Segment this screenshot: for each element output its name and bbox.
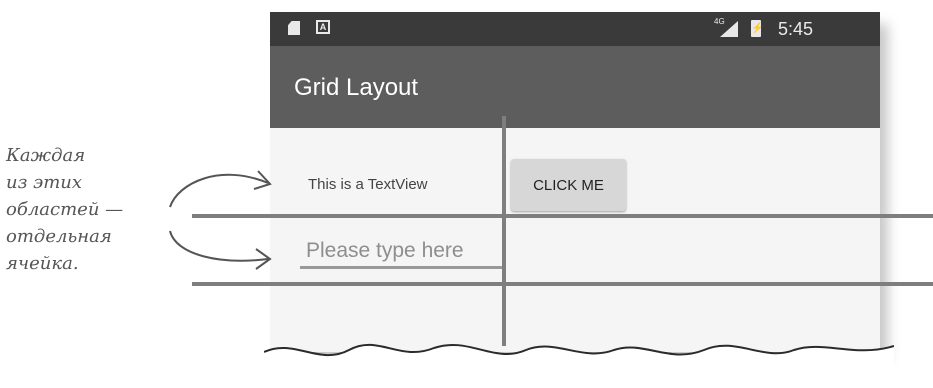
grid-row-divider-top bbox=[192, 214, 933, 218]
app-bar: Grid Layout bbox=[270, 46, 880, 128]
app-title: Grid Layout bbox=[294, 74, 419, 101]
annotation-line: из этих bbox=[6, 172, 83, 193]
arrow-to-edittext bbox=[169, 230, 269, 262]
grid-row-divider-bottom bbox=[192, 282, 933, 286]
annotation-line: ячейка. bbox=[6, 253, 79, 274]
annotation-line: областей — bbox=[6, 199, 124, 220]
annotation-note: Каждая из этих областей — отдельная ячей… bbox=[6, 142, 156, 277]
torn-edge bbox=[264, 343, 894, 388]
sd-card-icon bbox=[288, 21, 300, 35]
annotation-arrows bbox=[169, 170, 272, 270]
status-time: 5:45 bbox=[778, 19, 814, 39]
grid-content: This is a TextView CLICK ME bbox=[270, 128, 880, 352]
battery-charging-icon bbox=[751, 20, 761, 37]
arrow-to-textview bbox=[169, 173, 269, 208]
annotation-line: Каждая bbox=[6, 145, 86, 166]
keyboard-a-icon: A bbox=[316, 20, 330, 34]
click-me-button[interactable]: CLICK ME bbox=[511, 159, 626, 211]
annotation-line: отдельная bbox=[6, 226, 112, 247]
signal-icon bbox=[720, 21, 738, 37]
phone-screen: A 4G 5:45 Grid Layout This is a TextView… bbox=[270, 12, 880, 352]
grid-column-divider bbox=[502, 116, 506, 346]
textview-cell: This is a TextView bbox=[308, 176, 428, 193]
edit-text-field[interactable] bbox=[300, 236, 502, 269]
status-bar: A 4G 5:45 bbox=[270, 12, 880, 46]
